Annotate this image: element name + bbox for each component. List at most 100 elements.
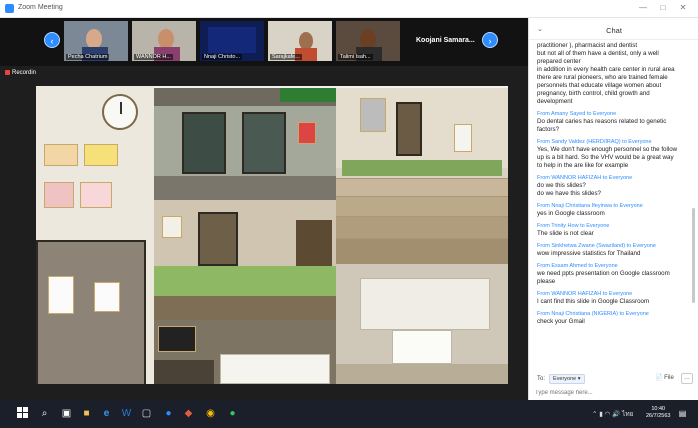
counter-table [220, 354, 330, 384]
participant-thumb[interactable]: Sarajkafe... [268, 21, 332, 61]
message-sender[interactable]: From Essam Ahmed to Everyone [537, 263, 687, 269]
door [396, 102, 422, 156]
message-sender[interactable]: From Sandy Valdez (HERD/IRAQ) to Everyon… [537, 139, 687, 145]
poster [44, 144, 78, 166]
message-line: to help in the are like for example [537, 162, 629, 169]
clock-date: 26/7/2563 [646, 413, 671, 419]
participant-thumb[interactable]: Nnaji Christo... [200, 21, 264, 61]
clock-time: 10:40 [651, 406, 666, 412]
message-line: please [537, 278, 556, 285]
word-icon[interactable]: W [120, 407, 133, 420]
clock[interactable]: 10:40 26/7/2563 [646, 406, 670, 420]
message-line: pregnancy, birth control, child growth a… [537, 90, 650, 97]
message-line: prepared center [537, 58, 581, 65]
sign-board [280, 88, 336, 102]
notifications-icon[interactable]: ▤ [676, 407, 689, 420]
volume-icon[interactable]: 🔊 [612, 411, 620, 418]
message-sender[interactable]: From WANNOR HAFIZAH to Everyone [537, 291, 687, 297]
bench [154, 360, 214, 384]
stair-step [336, 196, 508, 216]
file-explorer-icon[interactable]: ■ [80, 407, 93, 420]
file-button[interactable]: 📄 File [655, 374, 674, 381]
document-stacks [360, 278, 490, 330]
taskbar: ⌕ ▣ ■ e W ▢ ● ◆ ◉ ● ⌃ ▮ ◠ 🔊 ไทย 10:40 26… [0, 400, 698, 428]
message-sender[interactable]: From Sinkhetwa Zwane (Swaziland) to Ever… [537, 243, 687, 249]
system-tray[interactable]: ⌃ ▮ ◠ 🔊 ไทย [592, 409, 633, 419]
chrome-icon[interactable]: ◉ [204, 407, 217, 420]
message-line: Do dental caries has reasons related to … [537, 118, 667, 125]
notice-paper [48, 276, 74, 314]
zoom-app-icon [5, 4, 14, 13]
door [182, 112, 226, 174]
gallery-next-button[interactable]: › [482, 32, 498, 48]
participant-name: Nnaji Christo... [202, 54, 243, 60]
chat-message-input[interactable] [535, 388, 691, 398]
more-options-button[interactable]: … [681, 373, 693, 384]
chat-message: From WANNOR HAFIZAH to Everyone do we th… [537, 175, 687, 198]
message-line: there are rural pioneers, who are traine… [537, 74, 668, 81]
desk-sign [392, 330, 452, 364]
stair-step [336, 178, 508, 196]
message-line: development [537, 98, 573, 105]
recording-icon [5, 70, 10, 75]
message-line: in addition in every health care center … [537, 66, 675, 73]
chat-panel: ⌄ Chat practitioner ), pharmacist and de… [528, 18, 698, 400]
wall-board [454, 124, 472, 152]
message-sender[interactable]: From WANNOR HAFIZAH to Everyone [537, 175, 687, 181]
photo-reception-wall [36, 86, 154, 384]
door [198, 212, 238, 266]
edge-browser-icon[interactable]: e [100, 407, 113, 420]
message-line: yes in Google classroom [537, 210, 605, 217]
message-line: check your Gmail [537, 318, 585, 325]
maximize-button[interactable]: □ [656, 3, 670, 12]
active-speaker-name: Koojani Samara... [416, 37, 475, 44]
minimize-button[interactable]: — [636, 3, 650, 12]
search-icon[interactable]: ⌕ [38, 407, 51, 420]
message-sender[interactable]: From Amany Sayed to Everyone [537, 111, 687, 117]
message-sender[interactable]: From Nnaji Christiana Ifeyinwa to Everyo… [537, 203, 687, 209]
gallery-prev-button[interactable]: ‹ [44, 32, 60, 48]
message-sender[interactable]: From Trinity How to Everyone [537, 223, 687, 229]
participant-thumb[interactable]: Pecha Chatrium [64, 21, 128, 61]
message-line: personnels that educate village women ab… [537, 82, 662, 89]
notice-paper [94, 282, 120, 312]
participant-thumb[interactable]: Talimi Isah... [336, 21, 400, 61]
battery-icon[interactable]: ▮ [599, 411, 603, 418]
chat-message: From WANNOR HAFIZAH to Everyone I cant f… [537, 291, 687, 306]
recipient-select[interactable]: Everyone ▾ [549, 374, 585, 384]
chat-title: Chat [606, 26, 622, 35]
photo-entrance [154, 88, 336, 200]
participant-name: Talimi Isah... [338, 54, 373, 60]
poster [80, 182, 112, 208]
task-view-icon[interactable]: ▣ [60, 407, 73, 420]
stair-step [336, 238, 508, 264]
wall-clock-icon [102, 94, 138, 130]
stair-step [336, 216, 508, 238]
chat-message: From Nnaji Christiana Ifeyinwa to Everyo… [537, 203, 687, 218]
tv-screen [158, 326, 196, 352]
participant-gallery: ‹ Pecha Chatrium WANNOR H... Nnaji Chris… [0, 18, 528, 66]
message-line: but not all of them have a dentist, only… [537, 50, 659, 57]
photo-waiting-area [154, 200, 336, 320]
line-app-icon[interactable]: ● [226, 407, 239, 420]
participant-thumb[interactable]: WANNOR H... [132, 21, 196, 61]
floor [336, 364, 508, 384]
chat-messages[interactable]: practitioner ), pharmacist and dentist b… [537, 42, 687, 382]
cabinet [296, 220, 332, 266]
chat-scrollbar[interactable] [692, 208, 695, 303]
app-icon[interactable]: ◆ [182, 407, 195, 420]
wifi-icon[interactable]: ◠ [605, 411, 611, 418]
file-icon: 📄 [655, 375, 663, 381]
store-icon[interactable]: ▢ [140, 407, 153, 420]
chat-header: ⌄ Chat [529, 18, 698, 40]
chevron-up-icon[interactable]: ⌃ [592, 411, 597, 418]
window-title: Zoom Meeting [18, 4, 63, 11]
close-button[interactable]: ✕ [676, 3, 690, 12]
language-indicator[interactable]: ไทย [622, 411, 633, 418]
floor [154, 176, 336, 200]
zoom-taskbar-icon[interactable]: ● [162, 407, 175, 420]
windows-start-icon[interactable] [16, 407, 29, 420]
chat-message: From Amany Sayed to Everyone Do dental c… [537, 111, 687, 134]
message-line: wow impressive statistics for Thailand [537, 250, 641, 257]
message-sender[interactable]: From Nnaji Christiana (NIGERIA) to Every… [537, 311, 687, 317]
